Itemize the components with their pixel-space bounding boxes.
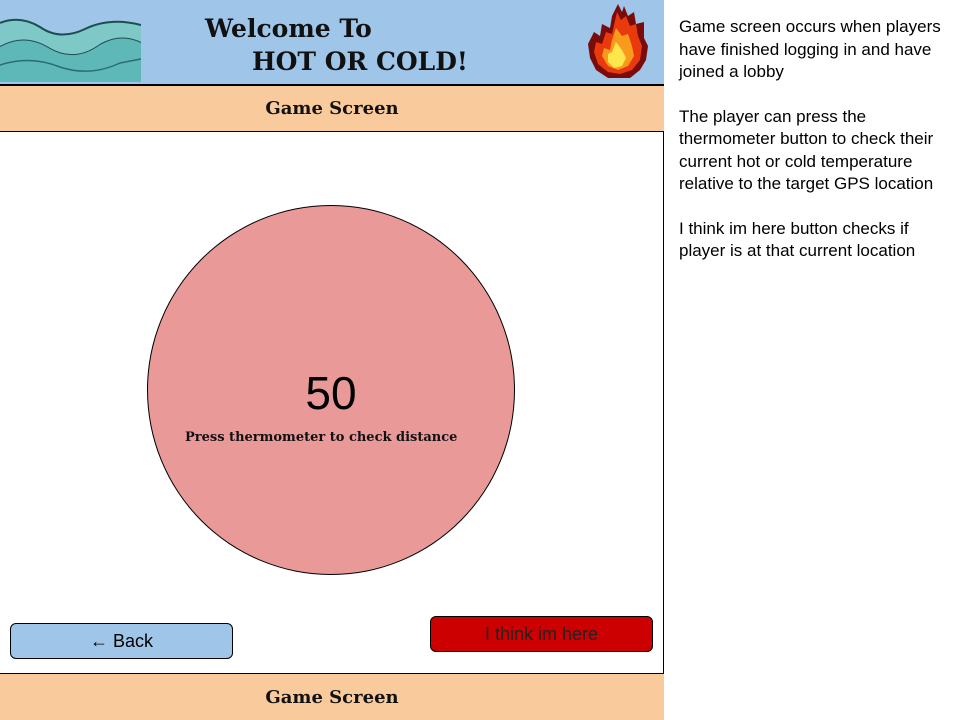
i-think-im-here-button[interactable]: I think im here bbox=[430, 616, 653, 652]
thermometer-button[interactable]: 50 Press thermometer to check distance bbox=[147, 205, 515, 575]
game-screen-mockup: Welcome To HOT OR COLD! Game Screen 50 P… bbox=[0, 0, 664, 720]
fire-icon bbox=[588, 4, 648, 78]
wave-icon bbox=[0, 15, 141, 82]
app-title-line2: HOT OR COLD! bbox=[252, 47, 468, 76]
thermometer-hint: Press thermometer to check distance bbox=[185, 430, 458, 445]
screen-title-bar: Game Screen bbox=[0, 86, 664, 132]
note-paragraph: I think im here button checks if player … bbox=[679, 218, 916, 261]
temperature-value: 50 bbox=[305, 367, 357, 419]
annotation-notes: Game screen occurs when players have fin… bbox=[679, 16, 957, 285]
back-button[interactable]: ← Back bbox=[10, 623, 233, 659]
app-header: Welcome To HOT OR COLD! bbox=[0, 0, 664, 86]
note-paragraph: Game screen occurs when players have fin… bbox=[679, 17, 941, 81]
app-title-line1: Welcome To bbox=[205, 14, 372, 43]
note-paragraph: The player can press the thermometer but… bbox=[679, 106, 934, 194]
bottom-bar: Game Screen bbox=[0, 673, 664, 720]
